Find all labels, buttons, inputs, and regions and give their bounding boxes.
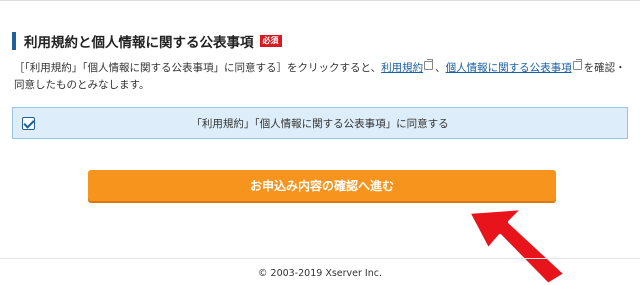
- external-link-icon: [572, 59, 582, 70]
- footer-divider: [0, 258, 640, 259]
- checkbox-checked-icon[interactable]: [22, 117, 35, 130]
- section-heading: 利用規約と個人情報に関する公表事項 必須: [12, 32, 628, 51]
- footer-copyright: © 2003-2019 Xserver Inc.: [258, 268, 382, 279]
- top-divider: [0, 0, 640, 1]
- privacy-link[interactable]: 個人情報に関する公表事項: [446, 62, 572, 74]
- consent-description: ［「利用規約」「個人情報に関する公表事項」に同意する］をクリックすると、利用規約…: [12, 59, 626, 94]
- required-badge: 必須: [259, 35, 282, 47]
- proceed-to-confirm-button[interactable]: お申込み内容の確認へ進む: [88, 170, 556, 201]
- terms-link[interactable]: 利用規約: [381, 62, 423, 74]
- section-title: 利用規約と個人情報に関する公表事項: [24, 35, 254, 51]
- external-link-icon: [424, 59, 434, 70]
- consent-separator: 、: [435, 62, 446, 74]
- agree-checkbox-row[interactable]: 「利用規約」「個人情報に関する公表事項」に同意する: [12, 107, 628, 139]
- consent-prefix: ［「利用規約」「個人情報に関する公表事項」に同意する］をクリックすると、: [14, 62, 382, 74]
- agree-label[interactable]: 「利用規約」「個人情報に関する公表事項」に同意する: [13, 116, 627, 131]
- terms-section: 利用規約と個人情報に関する公表事項 必須 ［「利用規約」「個人情報に関する公表事…: [12, 32, 628, 94]
